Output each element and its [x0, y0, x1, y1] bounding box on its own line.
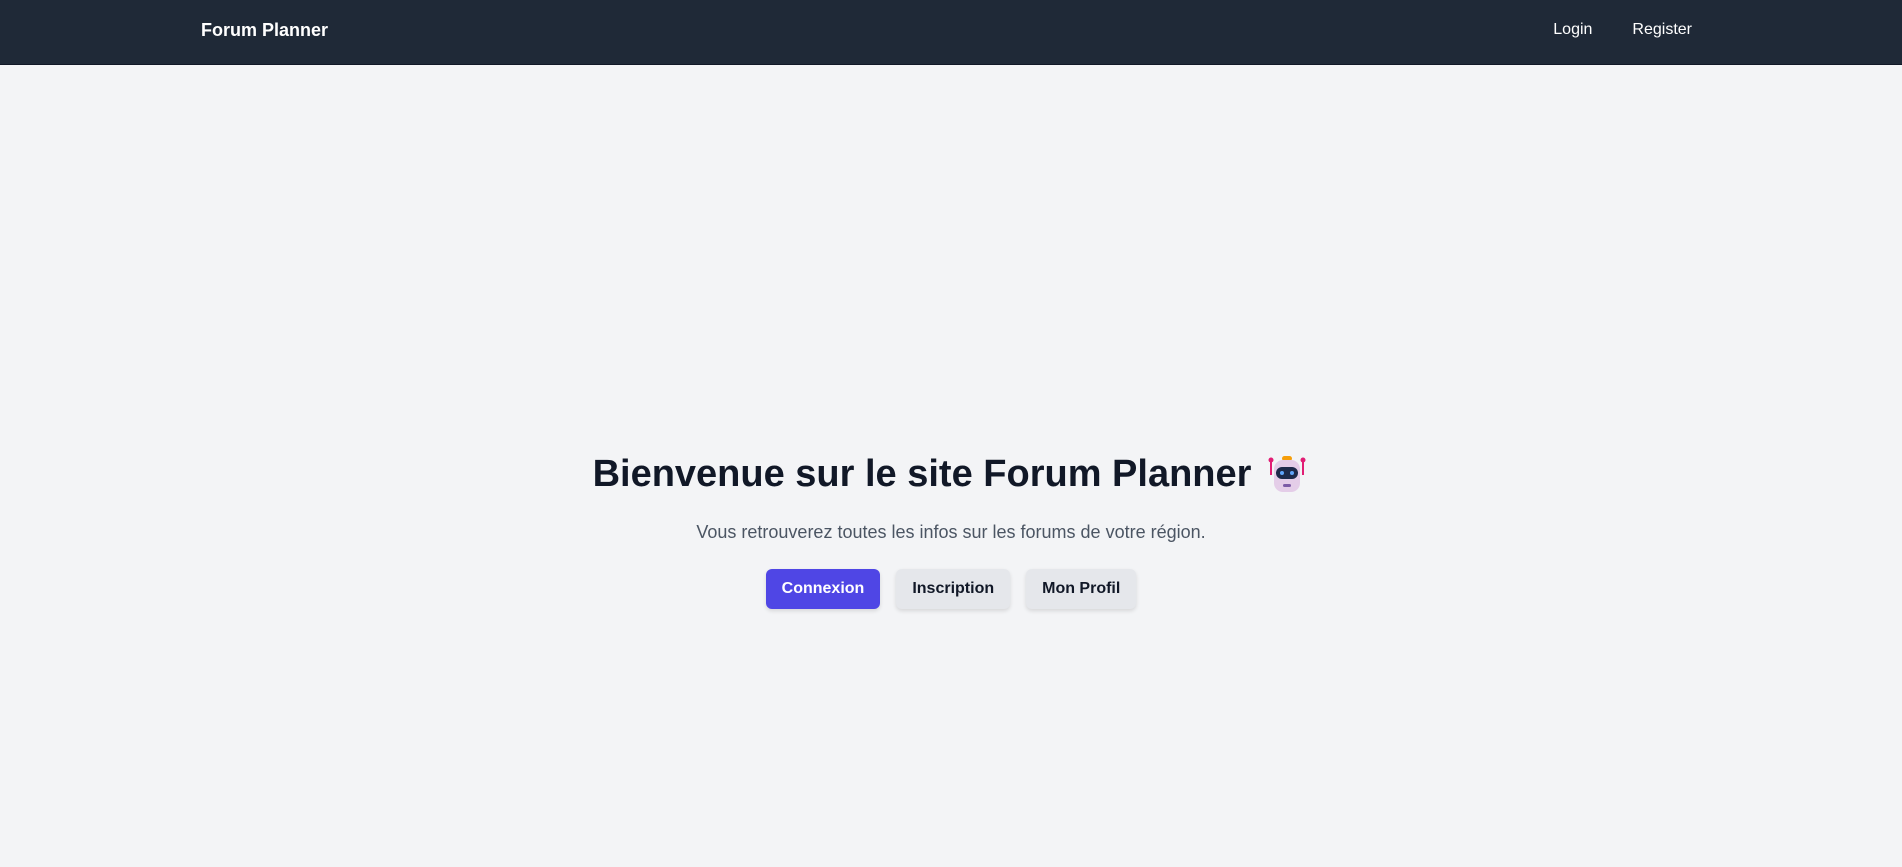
inscription-button[interactable]: Inscription [896, 568, 1011, 609]
hero-section: Bienvenue sur le site Forum Planner Vous… [0, 452, 1902, 609]
top-navbar: Forum Planner Login Register [0, 0, 1902, 65]
nav-links: Login Register [1553, 21, 1692, 39]
connexion-button[interactable]: Connexion [765, 568, 881, 609]
page-title: Bienvenue sur le site Forum Planner [593, 452, 1310, 498]
action-buttons: Connexion Inscription Mon Profil [0, 568, 1902, 609]
page-subtitle: Vous retrouverez toutes les infos sur le… [696, 521, 1206, 542]
login-link[interactable]: Login [1553, 21, 1592, 39]
mon-profil-button[interactable]: Mon Profil [1026, 568, 1137, 609]
page-title-text: Bienvenue sur le site Forum Planner [592, 453, 1252, 495]
robot-icon [1265, 453, 1309, 497]
brand-link[interactable]: Forum Planner [201, 20, 328, 41]
register-link[interactable]: Register [1632, 21, 1692, 39]
